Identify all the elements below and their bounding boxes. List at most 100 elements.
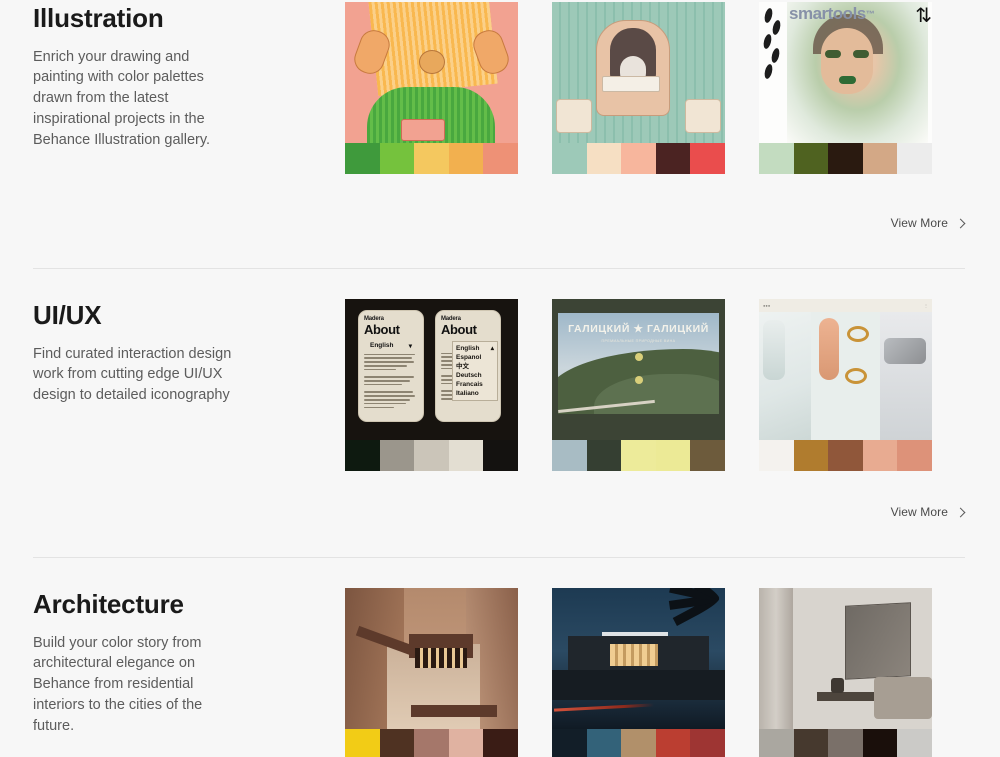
uiux-card-2-image: ГАЛИЦКИЙ ★ ГАЛИЦКИЙ ПРЕМИАЛЬНЫЕ ПРИРОДНЫ… <box>552 299 725 440</box>
architecture-card-list <box>345 588 932 757</box>
illustration-card-2-image <box>552 2 725 143</box>
uiux-title: UI/UX <box>33 300 102 330</box>
architecture-card-3-image <box>759 588 932 729</box>
illustration-view-more-row: View More <box>0 216 1000 230</box>
phone-heading: About <box>364 322 400 337</box>
uiux-description: Find curated interaction design work fro… <box>33 345 232 404</box>
swatch <box>690 143 725 174</box>
illustration-card-3-image: smartools ™ ⇅ <box>759 2 932 143</box>
swatch <box>483 143 518 174</box>
swatch <box>759 143 794 174</box>
section-illustration: Illustration Enrich your drawing and pai… <box>0 0 1000 269</box>
swatch <box>621 143 656 174</box>
architecture-card-2-palette[interactable] <box>552 729 725 757</box>
uiux-view-more-row: View More <box>0 505 1000 519</box>
swatch <box>655 729 691 757</box>
chevron-right-icon <box>957 508 965 516</box>
phone-mockup-collapsed: Madera About English ▾ <box>358 310 424 422</box>
swatch <box>862 729 898 757</box>
swatch <box>586 143 622 174</box>
swatch <box>655 143 691 174</box>
phone-body-text <box>364 353 418 409</box>
swatch <box>621 729 656 757</box>
uiux-card-list: Madera About English ▾ Madera About Engl… <box>345 299 932 471</box>
swatch <box>345 729 380 757</box>
architecture-card-1-palette[interactable] <box>345 729 518 757</box>
figure-with-laptop-illustration <box>345 2 518 143</box>
architecture-card-1[interactable] <box>345 588 518 757</box>
badge-icon <box>634 353 643 361</box>
uiux-card-1[interactable]: Madera About English ▾ Madera About Engl… <box>345 299 518 471</box>
modern-house-at-dusk-photo <box>552 588 725 729</box>
illustration-card-2-palette[interactable] <box>552 143 725 174</box>
uiux-text-block: UI/UX Find curated interaction design wo… <box>0 299 345 471</box>
swatch <box>793 143 829 174</box>
phone-heading: About <box>441 322 477 337</box>
language-option-italiano[interactable]: Italiano <box>456 389 494 398</box>
uiux-card-2-palette[interactable] <box>552 440 725 471</box>
illustration-text-block: Illustration Enrich your drawing and pai… <box>0 2 345 174</box>
chevron-down-icon: ▾ <box>408 342 412 350</box>
uiux-card-3-image: ●●● ⋮ <box>759 299 932 440</box>
language-option-deutsch[interactable]: Deutsch <box>456 371 494 380</box>
architecture-card-3[interactable] <box>759 588 932 757</box>
architecture-card-2-image <box>552 588 725 729</box>
uiux-card-3[interactable]: ●●● ⋮ <box>759 299 932 471</box>
swatch <box>414 143 449 174</box>
language-selected-value: English <box>370 342 394 350</box>
page-title: Illustration <box>33 3 164 33</box>
scroll-indicator-icon <box>634 376 643 384</box>
swatch <box>586 440 622 471</box>
watercolor-portrait-illustration: smartools ™ ⇅ <box>759 2 932 143</box>
swatch <box>414 729 449 757</box>
swatch <box>379 729 415 757</box>
language-select-collapsed[interactable]: English ▾ <box>364 342 418 350</box>
illustration-card-3-palette[interactable] <box>759 143 932 174</box>
swatch <box>793 729 829 757</box>
illustration-card-1-image <box>345 2 518 143</box>
swatch <box>793 440 829 471</box>
swatch <box>379 440 415 471</box>
language-option-francais[interactable]: Francais <box>456 380 494 389</box>
raccoon-reading-in-armchair-illustration <box>552 2 725 143</box>
swatch <box>483 729 518 757</box>
illustration-card-3[interactable]: smartools ™ ⇅ <box>759 2 932 174</box>
swatch <box>862 440 898 471</box>
view-more-label: View More <box>890 216 948 230</box>
swatch <box>345 440 380 471</box>
landscape-website-hero-mockup: ГАЛИЦКИЙ ★ ГАЛИЦКИЙ ПРЕМИАЛЬНЫЕ ПРИРОДНЫ… <box>552 299 725 440</box>
language-option-chinese[interactable]: 中文 <box>456 362 494 371</box>
illustration-card-1-palette[interactable] <box>345 143 518 174</box>
swatch <box>345 143 380 174</box>
uiux-card-2[interactable]: ГАЛИЦКИЙ ★ ГАЛИЦКИЙ ПРЕМИАЛЬНЫЕ ПРИРОДНЫ… <box>552 299 725 471</box>
chevron-right-icon <box>957 219 965 227</box>
illustration-card-list: smartools ™ ⇅ <box>345 2 932 174</box>
swatch <box>552 729 587 757</box>
uiux-card-1-palette[interactable] <box>345 440 518 471</box>
view-more-uiux-button[interactable]: View More <box>891 505 965 519</box>
swatch <box>862 143 898 174</box>
language-option-english: English ▴ <box>456 344 494 353</box>
mobile-app-about-screens-mockup: Madera About English ▾ Madera About Engl… <box>345 299 518 440</box>
language-option-label: English <box>456 345 480 352</box>
swatch <box>552 440 587 471</box>
swatch <box>483 440 518 471</box>
swatch <box>897 729 932 757</box>
swatch <box>897 143 932 174</box>
language-option-espanol[interactable]: Espanol <box>456 353 494 362</box>
illustration-card-2[interactable] <box>552 2 725 174</box>
view-more-illustration-button[interactable]: View More <box>891 216 965 230</box>
swatch <box>897 440 932 471</box>
language-dropdown-open[interactable]: English ▴ Espanol 中文 Deutsch Francais It… <box>452 341 498 401</box>
swatch <box>379 143 415 174</box>
illustration-card-1[interactable] <box>345 2 518 174</box>
swatch <box>759 440 794 471</box>
site-subtitle: ПРЕМИАЛЬНЫЕ ПРИРОДНЫЕ ВИНА <box>601 339 676 343</box>
architecture-card-2[interactable] <box>552 588 725 757</box>
architecture-card-1-image <box>345 588 518 729</box>
smartools-overlay-text: smartools ™ <box>789 4 875 23</box>
minimal-gray-interior-photo <box>759 588 932 729</box>
architecture-card-3-palette[interactable] <box>759 729 932 757</box>
up-down-arrows-icon: ⇅ <box>915 5 932 27</box>
uiux-card-3-palette[interactable] <box>759 440 932 471</box>
